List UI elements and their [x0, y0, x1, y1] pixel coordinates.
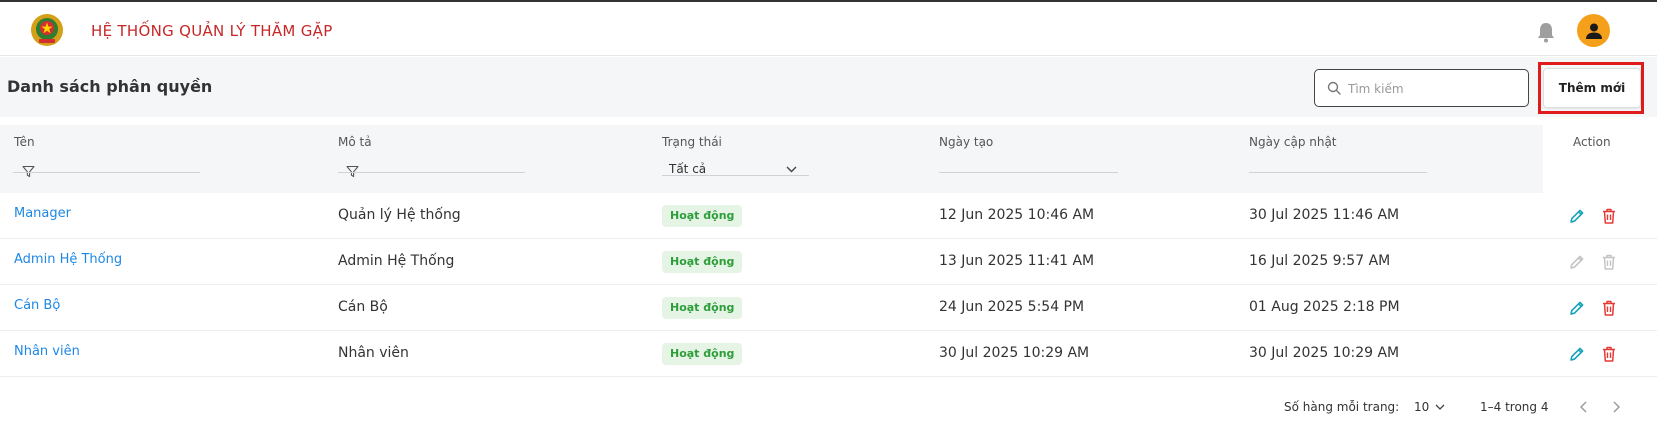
created-date: 30 Jul 2025 10:29 AM	[939, 345, 1090, 361]
app-header: HỆ THỐNG QUẢN LÝ THĂM GẶP	[0, 2, 1657, 56]
created-date: 24 Jun 2025 5:54 PM	[939, 299, 1085, 315]
chevron-down-icon	[1435, 404, 1445, 410]
created-date: 12 Jun 2025 10:46 AM	[939, 207, 1095, 223]
description-filter-field[interactable]	[338, 172, 525, 173]
search-box[interactable]	[1314, 69, 1529, 107]
table-row: Manager Quản lý Hệ thống Hoạt động 12 Ju…	[0, 193, 1657, 239]
role-description: Cán Bộ	[338, 299, 388, 315]
role-description: Quản lý Hệ thống	[338, 207, 461, 223]
table-row: Nhân viên Nhân viên Hoạt động 30 Jul 202…	[0, 331, 1657, 377]
updated-date: 30 Jul 2025 10:29 AM	[1249, 345, 1400, 361]
user-avatar-icon	[1585, 23, 1602, 39]
role-name-link[interactable]: Admin Hệ Thống	[14, 252, 122, 267]
updated-date: 16 Jul 2025 9:57 AM	[1249, 253, 1391, 269]
user-avatar-button[interactable]	[1577, 14, 1610, 47]
column-header-updated[interactable]: Ngày cập nhật	[1249, 135, 1337, 149]
created-filter-field[interactable]	[939, 172, 1118, 173]
edit-icon	[1570, 255, 1584, 269]
chevron-left-icon[interactable]	[1577, 399, 1591, 415]
chevron-down-icon	[786, 166, 797, 173]
table-row: Cán Bộ Cán Bộ Hoạt động 24 Jun 2025 5:54…	[0, 285, 1657, 331]
column-header-name[interactable]: Tên	[14, 135, 35, 149]
updated-date: 01 Aug 2025 2:18 PM	[1249, 299, 1400, 315]
role-name-link[interactable]: Nhân viên	[14, 344, 80, 359]
app-title: HỆ THỐNG QUẢN LÝ THĂM GẶP	[91, 22, 333, 40]
updated-filter-field[interactable]	[1249, 172, 1427, 173]
rows-per-page-label: Số hàng mỗi trang:	[1284, 400, 1400, 414]
status-badge: Hoạt động	[662, 297, 743, 319]
edit-icon[interactable]	[1568, 345, 1586, 363]
created-date: 13 Jun 2025 11:41 AM	[939, 253, 1095, 269]
edit-icon[interactable]	[1568, 207, 1586, 225]
delete-icon[interactable]	[1600, 207, 1618, 225]
pagination-range: 1–4 trong 4	[1480, 400, 1549, 414]
table-header: Tên Mô tả Trạng thái Tất cả Ngày tạo Ngà…	[0, 125, 1657, 193]
chevron-right-icon[interactable]	[1609, 399, 1623, 415]
delete-icon[interactable]	[1600, 299, 1618, 317]
rows-per-page-select[interactable]: 10	[1414, 397, 1448, 417]
bell-icon[interactable]	[1536, 21, 1556, 43]
column-header-created[interactable]: Ngày tạo	[939, 135, 993, 149]
police-emblem-icon	[31, 14, 63, 46]
role-description: Nhân viên	[338, 345, 409, 361]
column-header-status[interactable]: Trạng thái	[662, 135, 722, 149]
status-badge: Hoạt động	[662, 251, 743, 273]
name-filter-field[interactable]	[13, 172, 200, 173]
search-input[interactable]	[1348, 79, 1518, 99]
role-name-link[interactable]: Cán Bộ	[14, 298, 60, 313]
page-title: Danh sách phân quyền	[7, 77, 213, 96]
edit-icon[interactable]	[1568, 299, 1586, 317]
role-name-link[interactable]: Manager	[14, 206, 71, 221]
delete-icon	[1603, 254, 1615, 270]
add-new-button[interactable]: Thêm mới	[1543, 68, 1641, 108]
table-row: Admin Hệ Thống Admin Hệ Thống Hoạt động …	[0, 239, 1657, 285]
updated-date: 30 Jul 2025 11:46 AM	[1249, 207, 1400, 223]
status-badge: Hoạt động	[662, 343, 743, 365]
search-icon	[1327, 81, 1341, 95]
status-filter-value: Tất cả	[669, 162, 707, 176]
rows-per-page-value: 10	[1414, 400, 1430, 414]
column-header-description[interactable]: Mô tả	[338, 135, 372, 149]
role-description: Admin Hệ Thống	[338, 253, 455, 269]
delete-icon[interactable]	[1600, 345, 1618, 363]
status-filter-select[interactable]: Tất cả	[662, 152, 809, 176]
status-badge: Hoạt động	[662, 205, 743, 227]
column-header-action: Action	[1573, 135, 1611, 149]
